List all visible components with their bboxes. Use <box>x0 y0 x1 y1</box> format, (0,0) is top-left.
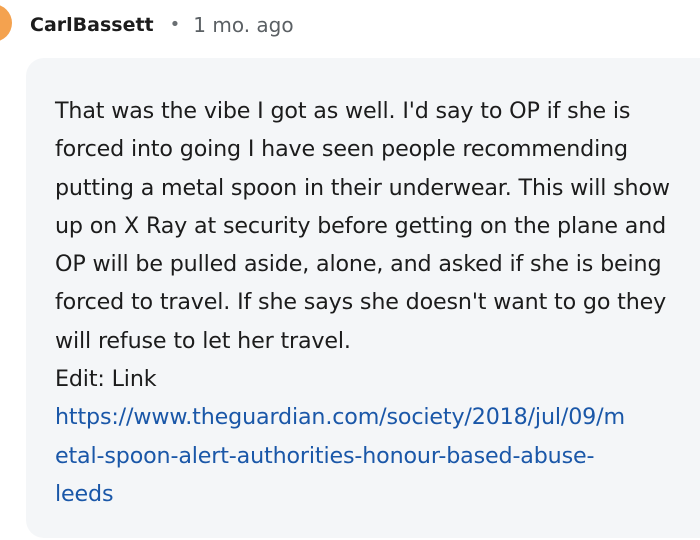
link-text-line[interactable]: leeds <box>55 481 114 507</box>
comment-body: That was the vibe I got as well. I'd say… <box>55 92 685 513</box>
comment-text: That was the vibe I got as well. I'd say… <box>55 98 670 354</box>
user-avatar[interactable] <box>0 4 12 42</box>
link-text-line[interactable]: etal-spoon-alert-authorities-honour-base… <box>55 443 595 469</box>
guardian-article-link[interactable]: https://www.theguardian.com/society/2018… <box>55 404 625 507</box>
comment-header: CarlBassett • 1 mo. ago <box>30 10 294 40</box>
comment-bubble: That was the vibe I got as well. I'd say… <box>26 58 700 538</box>
comment-timestamp[interactable]: 1 mo. ago <box>193 13 293 37</box>
link-text-line[interactable]: https://www.theguardian.com/society/2018… <box>55 404 625 430</box>
meta-separator: • <box>169 14 181 35</box>
author-name[interactable]: CarlBassett <box>30 14 154 36</box>
edit-note: Edit: Link <box>55 366 157 393</box>
